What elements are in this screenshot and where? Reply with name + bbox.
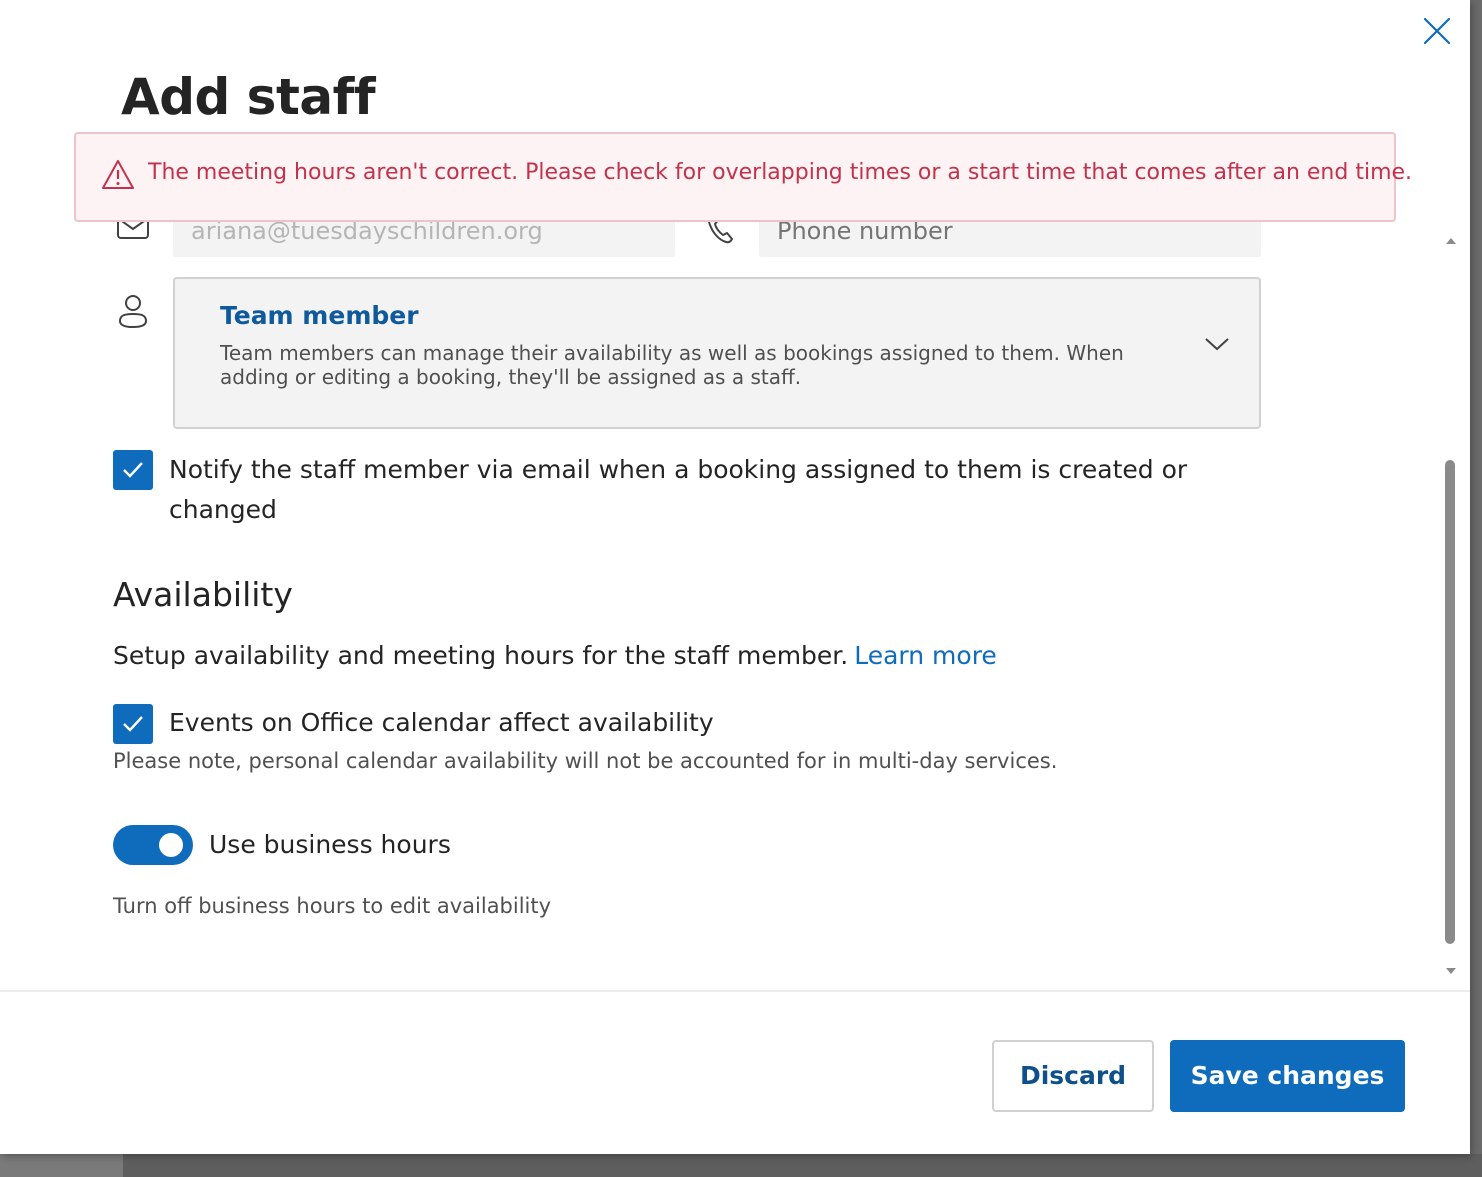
role-title: Team member bbox=[220, 301, 419, 330]
person-icon bbox=[117, 293, 149, 333]
business-hours-note: Turn off business hours to edit availabi… bbox=[113, 894, 552, 918]
warning-icon bbox=[100, 158, 136, 196]
chevron-down-icon bbox=[1203, 335, 1231, 357]
modal-backdrop bbox=[0, 1154, 1482, 1177]
notify-checkbox[interactable] bbox=[113, 450, 153, 490]
availability-description-text: Setup availability and meeting hours for… bbox=[113, 641, 849, 670]
backdrop-shade bbox=[123, 1154, 1482, 1177]
business-hours-label: Use business hours bbox=[209, 830, 451, 859]
form-scroll-area: Team member Team members can manage thei… bbox=[0, 205, 1440, 985]
role-dropdown[interactable]: Team member Team members can manage thei… bbox=[173, 277, 1261, 429]
checkmark-icon bbox=[123, 462, 143, 478]
error-message: The meeting hours aren't correct. Please… bbox=[148, 160, 1413, 185]
save-changes-button[interactable]: Save changes bbox=[1170, 1040, 1405, 1112]
learn-more-link[interactable]: Learn more bbox=[854, 641, 997, 670]
add-staff-dialog: Add staff Team membe bbox=[0, 0, 1470, 1154]
events-affect-availability-label: Events on Office calendar affect availab… bbox=[169, 708, 714, 737]
footer-divider bbox=[0, 990, 1470, 992]
checkmark-icon bbox=[123, 716, 143, 732]
close-button[interactable] bbox=[1420, 14, 1454, 48]
availability-heading: Availability bbox=[113, 575, 293, 614]
discard-button[interactable]: Discard bbox=[992, 1040, 1154, 1112]
scroll-down-arrow[interactable] bbox=[1446, 968, 1456, 974]
scrollbar[interactable] bbox=[1440, 230, 1462, 975]
availability-description: Setup availability and meeting hours for… bbox=[113, 641, 997, 670]
events-note: Please note, personal calendar availabil… bbox=[113, 749, 1058, 773]
scroll-thumb[interactable] bbox=[1445, 460, 1455, 944]
close-icon bbox=[1423, 17, 1451, 45]
role-description: Team members can manage their availabili… bbox=[220, 341, 1124, 389]
scroll-up-arrow[interactable] bbox=[1446, 238, 1456, 244]
business-hours-toggle[interactable] bbox=[113, 825, 193, 865]
toggle-knob bbox=[159, 833, 183, 857]
events-affect-availability-checkbox[interactable] bbox=[113, 704, 153, 744]
page-title: Add staff bbox=[121, 68, 376, 126]
error-banner: The meeting hours aren't correct. Please… bbox=[74, 132, 1412, 222]
notify-label: Notify the staff member via email when a… bbox=[169, 455, 1188, 524]
